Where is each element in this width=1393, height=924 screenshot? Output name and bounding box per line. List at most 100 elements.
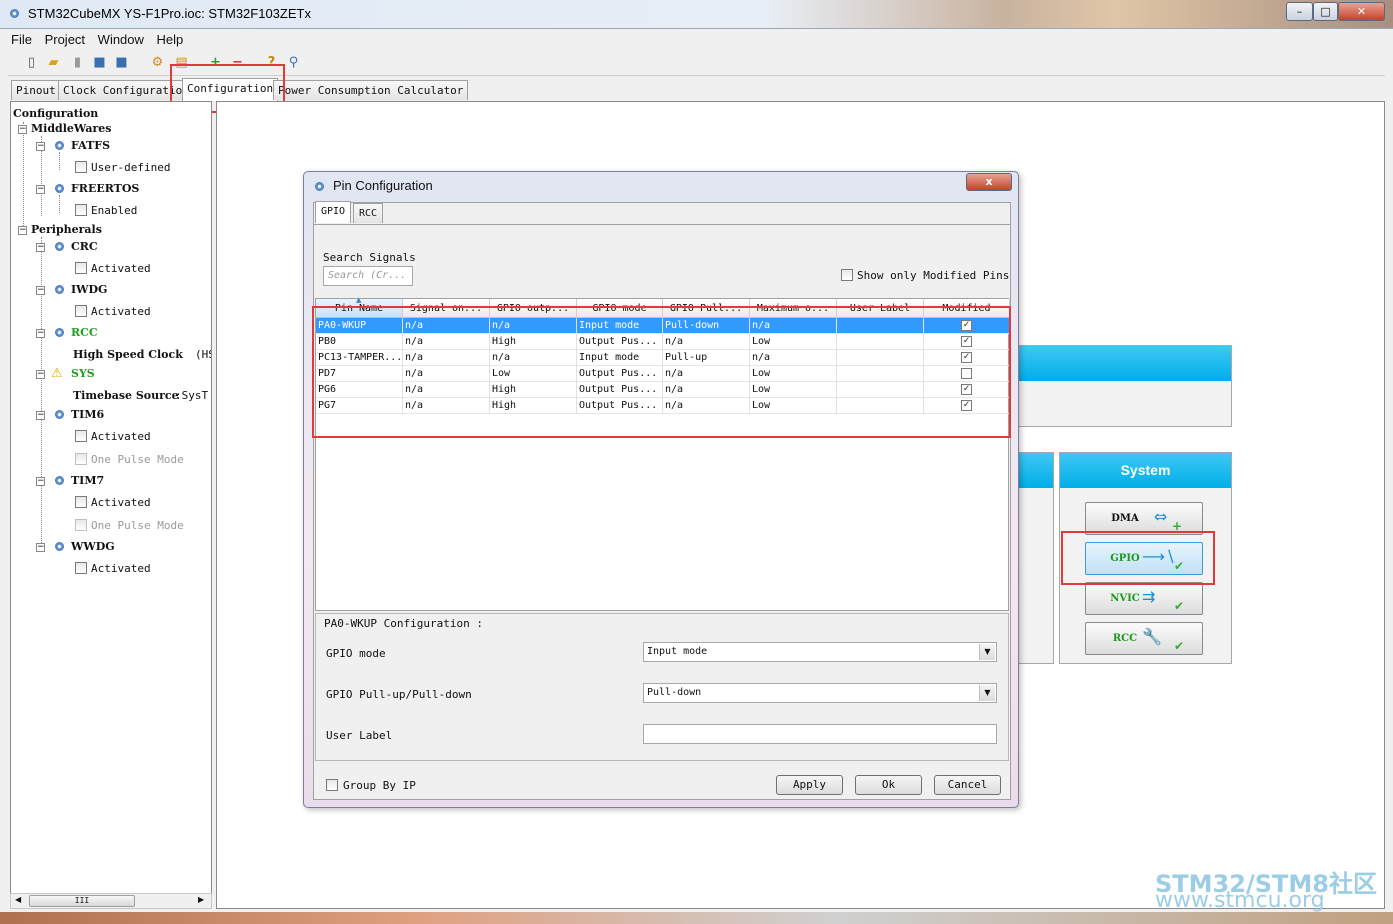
tree-middlewares[interactable]: MiddleWares [31,122,111,136]
dialog-app-icon [315,182,324,191]
search-icon[interactable]: ⚲ [286,55,301,70]
gear-icon [55,328,64,337]
user-label-input[interactable] [643,724,997,744]
menu-file[interactable]: File [8,30,35,50]
tree-crc[interactable]: CRC [71,240,98,254]
wwdg-activated-checkbox[interactable] [75,562,87,574]
generate-code-icon[interactable]: ⚙ [150,55,165,70]
gear-icon [55,542,64,551]
tree-wwdg[interactable]: WWDG [71,540,115,554]
tree-tim7[interactable]: TIM7 [71,474,104,488]
tree-rcc[interactable]: RCC [71,326,98,340]
cancel-button[interactable]: Cancel [934,775,1001,795]
tree-horizontal-scrollbar[interactable]: ◀ III ▶ [10,893,212,909]
maximize-button[interactable]: □ [1313,2,1338,21]
tree-iwdg[interactable]: IWDG [71,283,107,297]
tab-rcc[interactable]: RCC [353,203,384,223]
menu-help[interactable]: Help [154,30,187,50]
fatfs-user-defined-checkbox[interactable] [75,161,87,173]
sort-ascending-icon: ▲ [356,296,362,304]
collapse-fatfs-icon[interactable]: − [36,142,45,151]
freertos-enabled-label: Enabled [91,204,138,217]
tree-sys[interactable]: SYS [71,367,95,381]
tree-freertos[interactable]: FREERTOS [71,182,139,196]
collapse-middlewares-icon[interactable]: − [18,125,27,134]
group-by-ip-checkbox[interactable] [326,779,338,791]
show-modified-checkbox[interactable] [841,269,853,281]
dma-icon: ⇔ [1154,507,1168,526]
chevron-down-icon[interactable]: ▼ [979,685,995,701]
scroll-left-icon[interactable]: ◀ [15,895,21,904]
gear-icon [55,410,64,419]
gpio-pull-select[interactable]: Pull-down ▼ [643,683,997,703]
minimize-button[interactable]: – [1286,2,1313,21]
tree-peripherals[interactable]: Peripherals [31,223,102,237]
collapse-sys-icon[interactable]: − [36,370,45,379]
dialog-body: GPIO RCC Search Signals Search (Cr... Sh… [313,201,1011,800]
check-icon: ✔ [1174,599,1185,613]
iwdg-activated-checkbox[interactable] [75,305,87,317]
scroll-right-icon[interactable]: ▶ [198,895,204,904]
collapse-wwdg-icon[interactable]: − [36,543,45,552]
new-project-icon[interactable]: ▯ [24,55,39,70]
save-icon[interactable]: ■ [92,55,107,70]
tim6-activated-label: Activated [91,430,151,443]
collapse-rcc-icon[interactable]: − [36,329,45,338]
menu-bar: File Project Window Help [8,30,1385,50]
warning-icon: ⚠ [51,366,63,381]
tim7-activated-checkbox[interactable] [75,496,87,508]
menu-project[interactable]: Project [42,30,88,50]
rcc-button[interactable]: RCC 🔧 ✔ [1085,622,1203,655]
sys-timebase-label: Timebase Source [73,389,179,402]
collapse-tim6-icon[interactable]: − [36,411,45,420]
gear-icon [55,242,64,251]
nvic-button[interactable]: NVIC ⇉ ✔ [1085,582,1203,615]
wwdg-activated-label: Activated [91,562,151,575]
menu-window[interactable]: Window [95,30,147,50]
interrupt-icon: ⇉ [1142,587,1156,606]
rcc-hse-label: High Speed Clock [73,348,183,361]
dialog-close-button[interactable]: x [966,173,1012,191]
sys-timebase-value: :SysT [175,389,209,402]
rcc-hse-value: (HS [195,348,211,361]
collapse-freertos-icon[interactable]: − [36,185,45,194]
tim6-activated-checkbox[interactable] [75,430,87,442]
user-label-label: User Label [326,729,393,742]
middleware-panel [1010,345,1232,427]
dialog-title: Pin Configuration [333,178,433,193]
gpio-pull-value: Pull-down [647,687,702,698]
search-signals-input[interactable]: Search (Cr... [323,266,413,286]
collapse-peripherals-icon[interactable]: − [18,226,27,235]
configuration-tree: Configuration − MiddleWares − FATFS User… [10,101,212,909]
open-folder-icon[interactable]: ▰ [46,55,61,70]
window-title: STM32CubeMX YS-F1Pro.ioc: STM32F103ZETx [28,6,311,21]
tree-tim6[interactable]: TIM6 [71,408,104,422]
collapse-crc-icon[interactable]: − [36,243,45,252]
gear-icon [55,476,64,485]
save-all-icon[interactable]: ■ [114,55,129,70]
collapse-iwdg-icon[interactable]: − [36,286,45,295]
scroll-thumb[interactable]: III [29,895,135,907]
tim7-one-pulse-label: One Pulse Mode [91,519,184,532]
taskbar-strip [0,912,1393,924]
crc-activated-checkbox[interactable] [75,262,87,274]
tab-power-consumption[interactable]: Power Consumption Calculator [273,80,469,100]
check-icon: ✔ [1174,639,1185,653]
gpio-mode-label: GPIO mode [326,647,386,660]
chevron-down-icon[interactable]: ▼ [979,644,995,660]
ok-button[interactable]: Ok [855,775,922,795]
close-button[interactable]: ✕ [1338,2,1385,21]
tree-fatfs[interactable]: FATFS [71,139,110,153]
collapse-tim7-icon[interactable]: − [36,477,45,486]
gpio-mode-select[interactable]: Input mode ▼ [643,642,997,662]
iwdg-activated-label: Activated [91,305,151,318]
copy-icon[interactable]: ▮ [70,55,85,70]
freertos-enabled-checkbox[interactable] [75,204,87,216]
highlight-box-pins-table [312,306,1011,438]
tab-pinout[interactable]: Pinout [11,80,61,100]
gear-icon [55,285,64,294]
crc-activated-label: Activated [91,262,151,275]
apply-button[interactable]: Apply [776,775,843,795]
tab-gpio[interactable]: GPIO [315,201,352,223]
pin-config-title: PA0-WKUP Configuration : [324,617,483,630]
